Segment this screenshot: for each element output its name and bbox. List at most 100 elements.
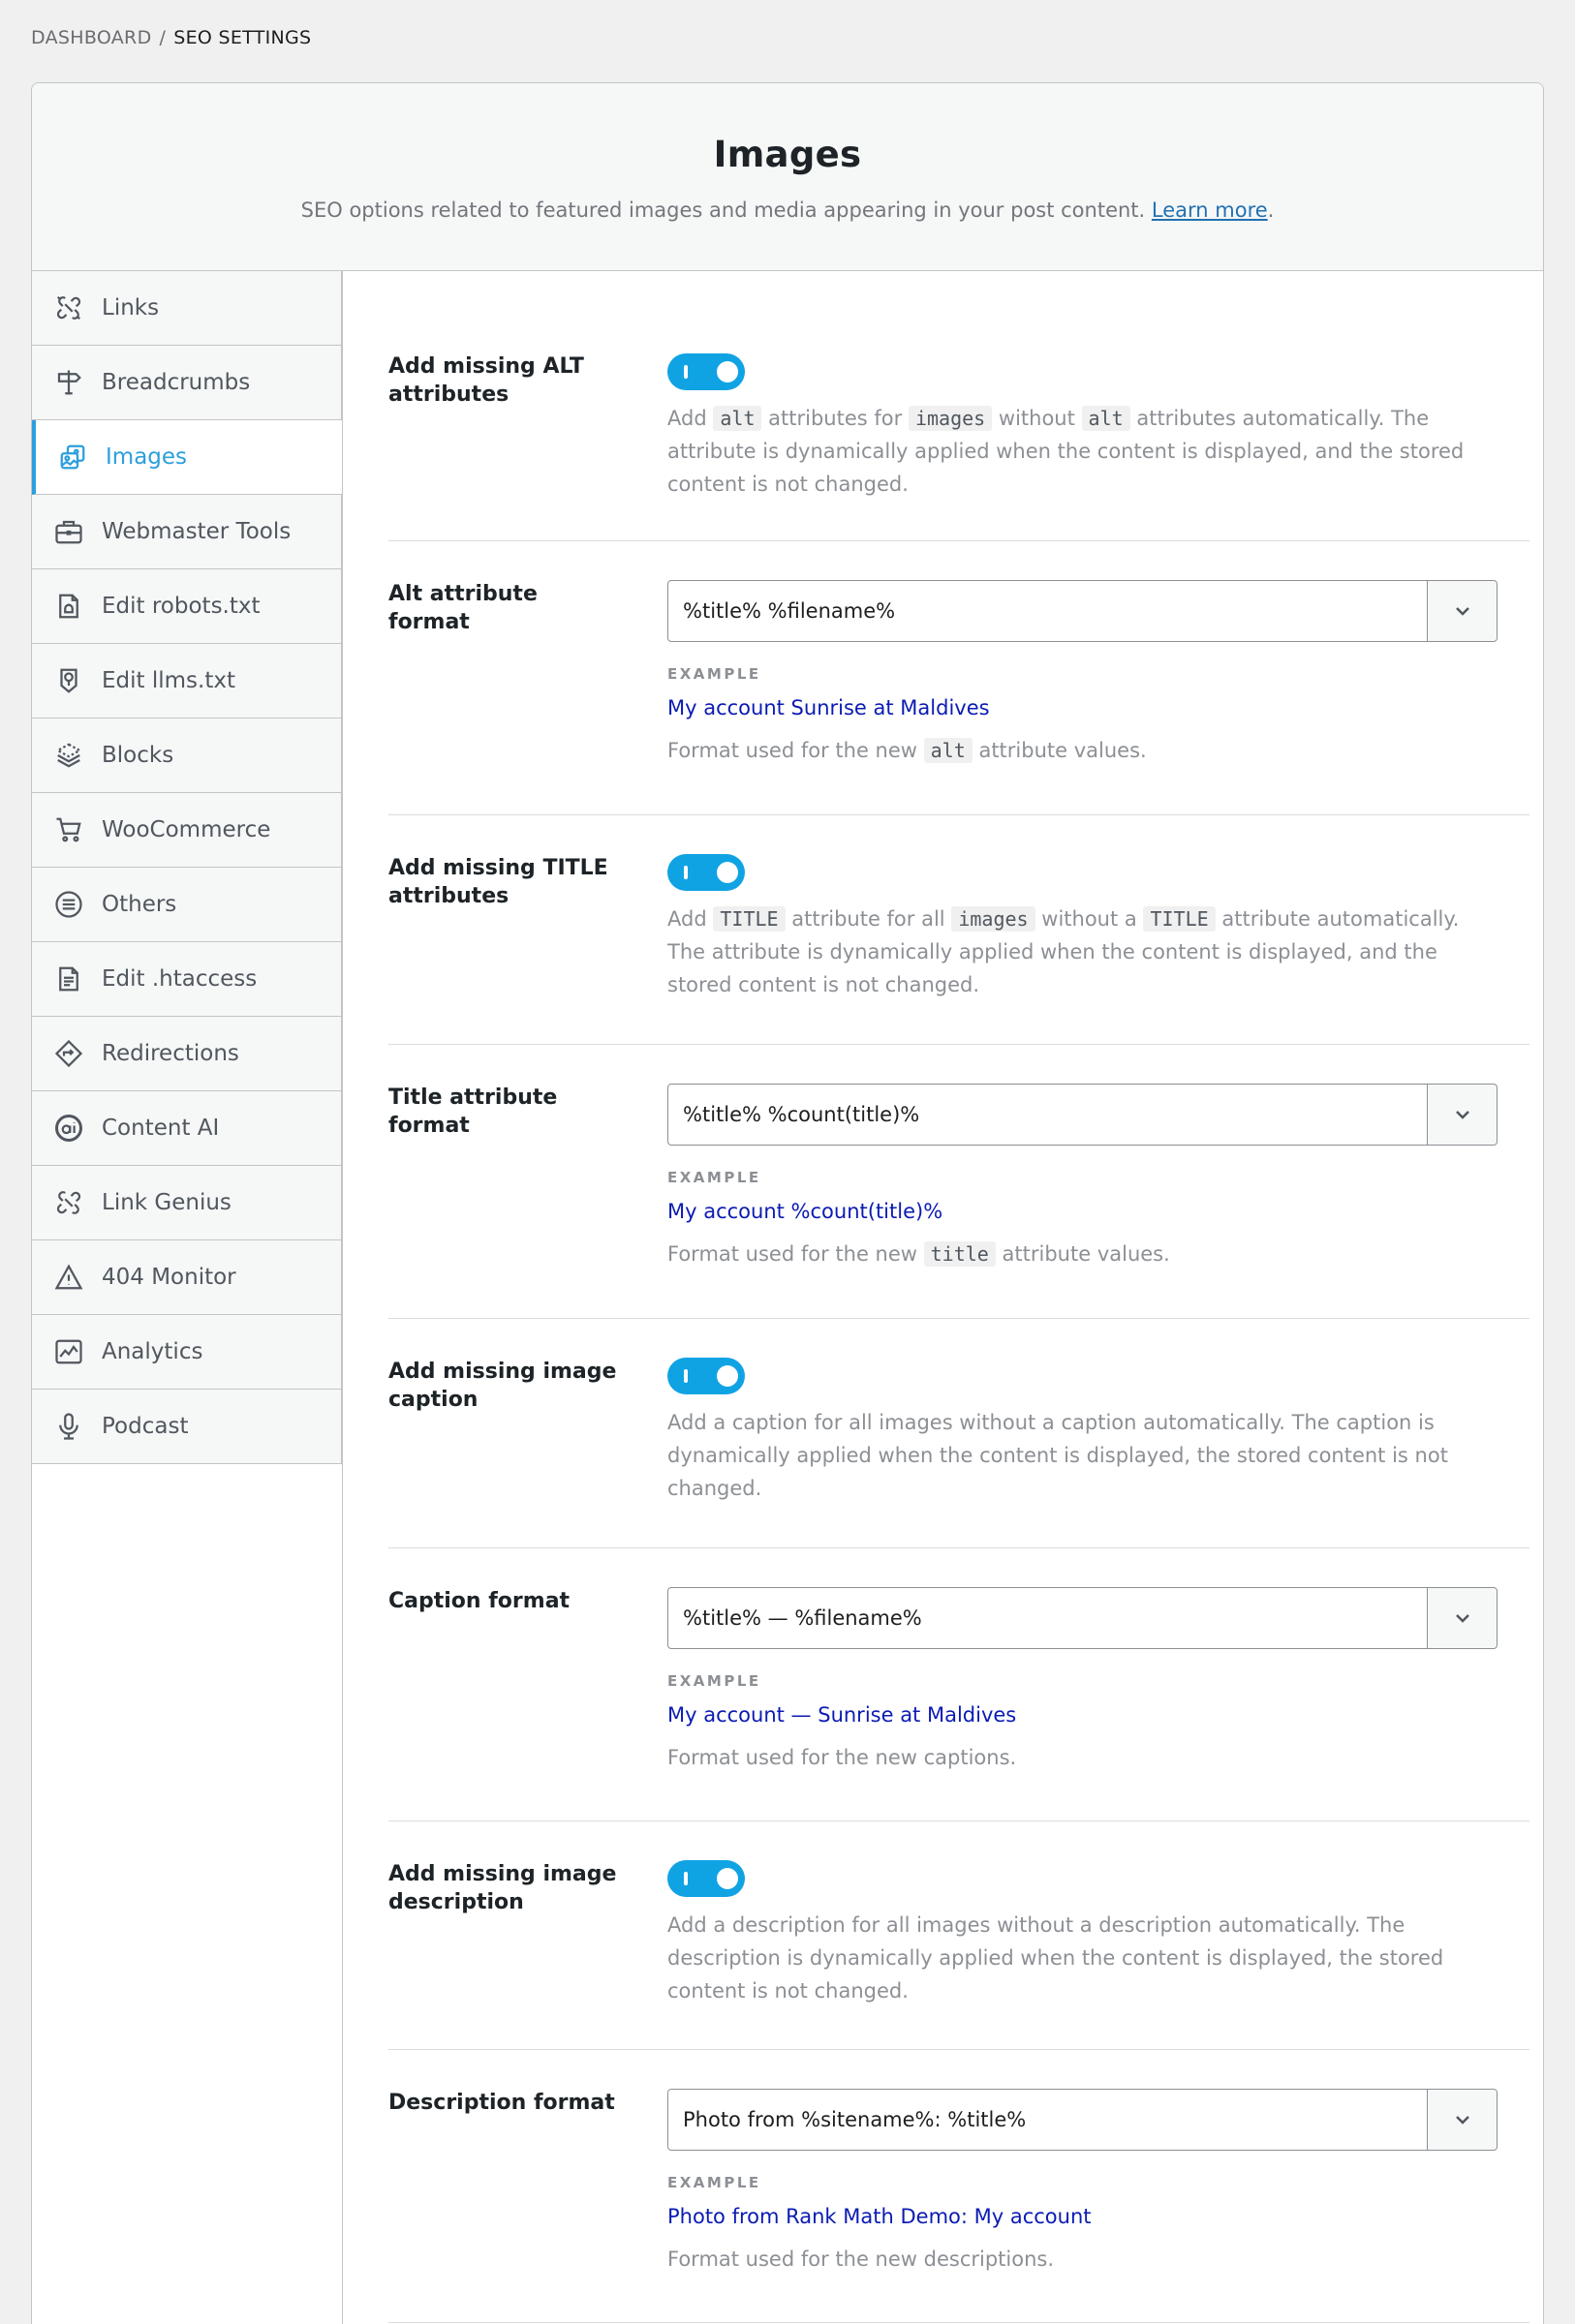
page-header: Images SEO options related to featured i… <box>32 83 1543 271</box>
sidebar-item-label: Analytics <box>102 1339 203 1364</box>
desc-text: attribute for all <box>791 907 945 931</box>
learn-more-link[interactable]: Learn more <box>1152 199 1268 222</box>
example-label: EXAMPLE <box>667 665 761 683</box>
page-subtitle-text: SEO options related to featured images a… <box>300 199 1146 222</box>
sidebar-item-woocommerce[interactable]: WooCommerce <box>32 793 341 868</box>
chevron-down-icon[interactable] <box>1427 1588 1497 1648</box>
caption-toggle[interactable] <box>667 1358 745 1394</box>
code-snippet: title <box>923 1241 996 1267</box>
breadcrumb-dashboard-link[interactable]: DASHBOARD <box>31 27 152 48</box>
note-text: attribute values. <box>1002 1242 1170 1266</box>
setting-row-caption-format: Caption format %title% — %filename% EXAM… <box>388 1548 1529 1821</box>
example-value: My account %count(title)% <box>667 1200 943 1223</box>
format-note: Format used for the new captions. <box>667 1746 1017 1769</box>
sidebar-divider <box>342 271 343 2324</box>
warning-icon <box>53 1262 84 1293</box>
sidebar-item-llms[interactable]: Edit llms.txt <box>32 644 341 719</box>
alt-format-value[interactable]: %title% %filename% <box>668 581 1427 641</box>
setting-description: Add TITLE attribute for all images witho… <box>667 902 1498 1001</box>
code-snippet: alt <box>1081 406 1130 431</box>
sidebar-item-label: Content AI <box>102 1116 220 1141</box>
setting-label: Caption format <box>388 1589 571 1613</box>
sidebar-item-label: Edit .htaccess <box>102 966 258 992</box>
code-snippet: alt <box>923 738 973 763</box>
document-icon <box>53 963 84 994</box>
example-value: My account Sunrise at Maldives <box>667 696 990 719</box>
page-subtitle: SEO options related to featured images a… <box>300 199 1275 222</box>
sidebar-item-link-genius[interactable]: Link Genius <box>32 1166 341 1240</box>
sidebar-item-label: Others <box>102 892 177 917</box>
llms-file-icon <box>53 665 84 696</box>
code-snippet: images <box>908 406 993 431</box>
sidebar-item-webmaster-tools[interactable]: Webmaster Tools <box>32 495 341 569</box>
sidebar-item-label: Webmaster Tools <box>102 519 292 544</box>
setting-label: Description format <box>388 2091 615 2115</box>
breadcrumb-separator: / <box>159 27 167 48</box>
page-title: Images <box>713 134 862 175</box>
chevron-down-icon[interactable] <box>1427 1085 1497 1145</box>
chevron-down-icon[interactable] <box>1427 581 1497 641</box>
sidebar-item-label: Redirections <box>102 1041 239 1066</box>
settings-content: Add missing ALT attributes Add alt attri… <box>388 271 1529 2323</box>
setting-label: Title attribute format <box>388 1086 558 1138</box>
sidebar-item-analytics[interactable]: Analytics <box>32 1315 341 1390</box>
title-format-value[interactable]: %title% %count(title)% <box>668 1085 1427 1145</box>
note-text: Format used for the new <box>667 1242 917 1266</box>
sidebar-item-content-ai[interactable]: Content AI <box>32 1091 341 1166</box>
example-value: My account — Sunrise at Maldives <box>667 1703 1017 1727</box>
analytics-chart-icon <box>53 1336 84 1367</box>
alt-format-select[interactable]: %title% %filename% <box>667 580 1498 642</box>
example-label: EXAMPLE <box>667 1672 761 1690</box>
chevron-down-icon[interactable] <box>1427 2090 1497 2150</box>
sidebar-item-404-monitor[interactable]: 404 Monitor <box>32 1240 341 1315</box>
alt-attributes-toggle[interactable] <box>667 353 745 390</box>
setting-row-caption-toggle: Add missing image caption Add a caption … <box>388 1319 1529 1548</box>
blocks-icon <box>53 740 84 771</box>
sidebar-item-robots[interactable]: Edit robots.txt <box>32 569 341 644</box>
sidebar-item-others[interactable]: Others <box>32 868 341 942</box>
desc-text: Add <box>667 407 707 430</box>
format-note: Format used for the new alt attribute va… <box>667 738 1498 763</box>
setting-row-description-toggle: Add missing image description Add a desc… <box>388 1821 1529 2050</box>
description-toggle[interactable] <box>667 1860 745 1897</box>
microphone-icon <box>53 1411 84 1442</box>
code-snippet: TITLE <box>713 906 786 932</box>
title-format-select[interactable]: %title% %count(title)% <box>667 1084 1498 1146</box>
setting-description: Add a caption for all images without a c… <box>667 1411 1448 1500</box>
link-genius-icon <box>53 1187 84 1218</box>
setting-description: Add alt attributes for images without al… <box>667 402 1498 501</box>
format-note: Format used for the new descriptions. <box>667 2248 1054 2271</box>
sidebar-item-label: 404 Monitor <box>102 1265 236 1290</box>
sidebar-item-label: Images <box>106 444 188 470</box>
description-format-select[interactable]: Photo from %sitename%: %title% <box>667 2089 1498 2151</box>
setting-label: Add missing ALT attributes <box>388 354 584 407</box>
setting-description: Add a description for all images without… <box>667 1913 1444 2003</box>
caption-format-select[interactable]: %title% — %filename% <box>667 1587 1498 1649</box>
code-snippet: alt <box>713 406 762 431</box>
sidebar-item-label: Links <box>102 295 160 321</box>
signpost-icon <box>53 367 84 398</box>
sidebar-item-images[interactable]: Images <box>32 420 342 495</box>
breadcrumb-current: SEO SETTINGS <box>173 27 312 48</box>
sidebar-item-label: Blocks <box>102 743 174 768</box>
desc-text: without <box>998 407 1075 430</box>
link-broken-icon <box>53 292 84 323</box>
sidebar-item-links[interactable]: Links <box>32 271 341 346</box>
note-text: attribute values. <box>978 739 1147 762</box>
sidebar-item-redirections[interactable]: Redirections <box>32 1017 341 1091</box>
sidebar-item-podcast[interactable]: Podcast <box>32 1390 341 1464</box>
sidebar-item-label: Link Genius <box>102 1190 232 1215</box>
sidebar-item-htaccess[interactable]: Edit .htaccess <box>32 942 341 1017</box>
setting-label: Add missing image description <box>388 1862 617 1914</box>
sidebar-item-label: Breadcrumbs <box>102 370 251 395</box>
sidebar-item-breadcrumbs[interactable]: Breadcrumbs <box>32 346 341 420</box>
example-value: Photo from Rank Math Demo: My account <box>667 2205 1092 2228</box>
settings-card: Images SEO options related to featured i… <box>31 82 1544 2324</box>
description-format-value[interactable]: Photo from %sitename%: %title% <box>668 2090 1427 2150</box>
sidebar-item-blocks[interactable]: Blocks <box>32 719 341 793</box>
caption-format-value[interactable]: %title% — %filename% <box>668 1588 1427 1648</box>
setting-row-title-format: Title attribute format %title% %count(ti… <box>388 1045 1529 1319</box>
sidebar-item-label: Edit robots.txt <box>102 594 261 619</box>
title-attributes-toggle[interactable] <box>667 854 745 891</box>
example-label: EXAMPLE <box>667 1169 761 1186</box>
